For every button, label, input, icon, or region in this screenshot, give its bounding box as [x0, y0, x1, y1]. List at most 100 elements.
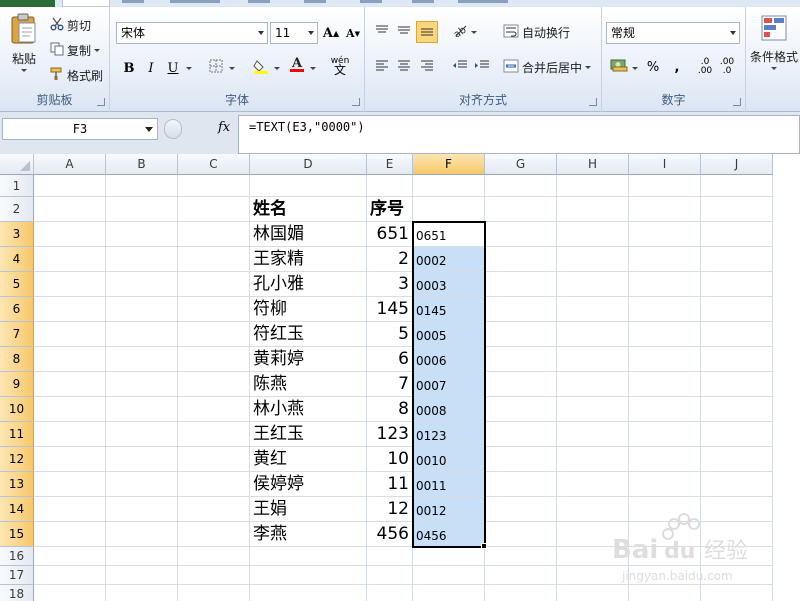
cell-b1[interactable]: [106, 175, 178, 197]
cell-b3[interactable]: [106, 222, 178, 247]
cell-h5[interactable]: [557, 272, 629, 297]
cell-f16[interactable]: [413, 547, 485, 566]
cell-a18[interactable]: [34, 585, 106, 601]
cell-g17[interactable]: [485, 566, 557, 585]
copy-dropdown-icon[interactable]: [94, 49, 101, 52]
cell-d1[interactable]: [250, 175, 367, 197]
number-dialog-launcher-icon[interactable]: [733, 98, 741, 106]
formula-input[interactable]: =TEXT(E3,"0000"): [238, 115, 800, 154]
column-header-d[interactable]: D: [250, 154, 367, 175]
text-result-cell[interactable]: 0010: [413, 447, 485, 472]
cell-j2[interactable]: [701, 197, 773, 222]
tab-formulas[interactable]: [248, 0, 270, 3]
text-result-cell[interactable]: 0002: [413, 247, 485, 272]
cell-b11[interactable]: [106, 422, 178, 447]
column-header-i[interactable]: I: [629, 154, 701, 175]
cell-h2[interactable]: [557, 197, 629, 222]
cell-e16[interactable]: [367, 547, 413, 566]
row-header-7[interactable]: 7: [0, 322, 34, 347]
header-seq-cell[interactable]: 序号: [367, 197, 413, 222]
name-cell[interactable]: 林小燕: [250, 397, 367, 422]
cell-h10[interactable]: [557, 397, 629, 422]
alignment-dialog-launcher-icon[interactable]: [589, 98, 597, 106]
seq-cell[interactable]: 11: [367, 472, 413, 497]
cell-g6[interactable]: [485, 297, 557, 322]
conditional-format-button[interactable]: 条件格式: [750, 15, 798, 70]
cell-c15[interactable]: [178, 522, 250, 547]
underline-button[interactable]: U: [162, 57, 184, 79]
cell-e1[interactable]: [367, 175, 413, 197]
cell-g7[interactable]: [485, 322, 557, 347]
cell-b12[interactable]: [106, 447, 178, 472]
cell-h6[interactable]: [557, 297, 629, 322]
cell-j8[interactable]: [701, 347, 773, 372]
column-header-j[interactable]: J: [701, 154, 773, 175]
accounting-format-button[interactable]: [608, 56, 630, 78]
cell-j10[interactable]: [701, 397, 773, 422]
seq-cell[interactable]: 8: [367, 397, 413, 422]
seq-cell[interactable]: 651: [367, 222, 413, 247]
cell-d16[interactable]: [250, 547, 367, 566]
seq-cell[interactable]: 12: [367, 497, 413, 522]
clipboard-dialog-launcher-icon[interactable]: [97, 98, 105, 106]
font-size-combo[interactable]: 11: [270, 22, 318, 44]
cell-b14[interactable]: [106, 497, 178, 522]
cell-g1[interactable]: [485, 175, 557, 197]
cell-j4[interactable]: [701, 247, 773, 272]
increase-decimal-button[interactable]: .0.00: [694, 56, 716, 78]
cell-j7[interactable]: [701, 322, 773, 347]
cell-c10[interactable]: [178, 397, 250, 422]
name-cell[interactable]: 黄莉婷: [250, 347, 367, 372]
cell-a10[interactable]: [34, 397, 106, 422]
italic-button[interactable]: I: [140, 57, 162, 79]
row-header-14[interactable]: 14: [0, 497, 34, 522]
column-header-e[interactable]: E: [367, 154, 413, 175]
align-right-button[interactable]: [416, 56, 438, 78]
cell-j1[interactable]: [701, 175, 773, 197]
cell-b10[interactable]: [106, 397, 178, 422]
cell-b17[interactable]: [106, 566, 178, 585]
name-cell[interactable]: 孔小雅: [250, 272, 367, 297]
cell-c6[interactable]: [178, 297, 250, 322]
cell-g10[interactable]: [485, 397, 557, 422]
text-result-cell[interactable]: 0003: [413, 272, 485, 297]
merge-center-button[interactable]: 合并后居中: [503, 59, 592, 76]
seq-cell[interactable]: 6: [367, 347, 413, 372]
cell-a16[interactable]: [34, 547, 106, 566]
cell-i2[interactable]: [629, 197, 701, 222]
cell-e18[interactable]: [367, 585, 413, 601]
paste-button[interactable]: 粘贴: [6, 13, 42, 72]
name-cell[interactable]: 符红玉: [250, 322, 367, 347]
seq-cell[interactable]: 5: [367, 322, 413, 347]
cell-j5[interactable]: [701, 272, 773, 297]
cell-c14[interactable]: [178, 497, 250, 522]
cell-h12[interactable]: [557, 447, 629, 472]
tab-page-layout[interactable]: [170, 0, 220, 3]
cell-a4[interactable]: [34, 247, 106, 272]
row-header-8[interactable]: 8: [0, 347, 34, 372]
align-left-button[interactable]: [371, 56, 393, 78]
name-cell[interactable]: 林国媚: [250, 222, 367, 247]
cell-c16[interactable]: [178, 547, 250, 566]
seq-cell[interactable]: 123: [367, 422, 413, 447]
row-header-5[interactable]: 5: [0, 272, 34, 297]
number-format-dropdown-icon[interactable]: [730, 31, 736, 35]
cell-b9[interactable]: [106, 372, 178, 397]
cell-h4[interactable]: [557, 247, 629, 272]
formula-bar-splitter[interactable]: [164, 119, 182, 139]
text-result-cell[interactable]: 0011: [413, 472, 485, 497]
seq-cell[interactable]: 3: [367, 272, 413, 297]
align-middle-button[interactable]: [393, 21, 415, 43]
cell-c18[interactable]: [178, 585, 250, 601]
cut-button[interactable]: 剪切: [50, 17, 91, 34]
cell-b16[interactable]: [106, 547, 178, 566]
cell-c11[interactable]: [178, 422, 250, 447]
cell-c12[interactable]: [178, 447, 250, 472]
cell-b15[interactable]: [106, 522, 178, 547]
text-result-cell[interactable]: 0012: [413, 497, 485, 522]
text-result-cell[interactable]: 0456: [413, 522, 485, 547]
font-name-dropdown-icon[interactable]: [258, 31, 264, 35]
borders-dropdown-icon[interactable]: [229, 67, 235, 70]
cell-a15[interactable]: [34, 522, 106, 547]
font-color-dropdown-icon[interactable]: [310, 67, 316, 70]
